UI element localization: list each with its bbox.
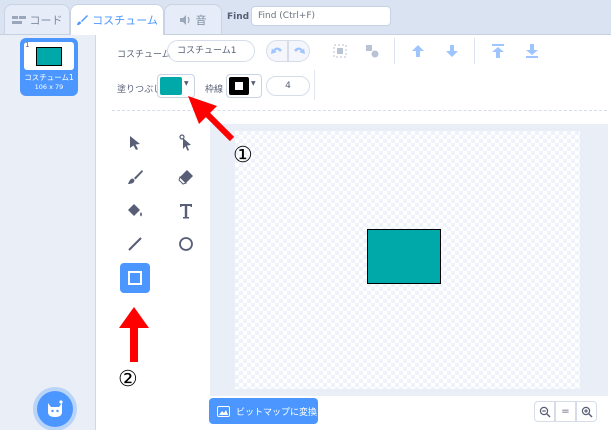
arrow-1-icon (188, 96, 235, 142)
annotation-badge-1: ① (233, 143, 253, 168)
arrow-2-icon (119, 307, 149, 362)
annotation-badge-2: ② (118, 367, 138, 392)
annotation-overlay (119, 96, 235, 362)
